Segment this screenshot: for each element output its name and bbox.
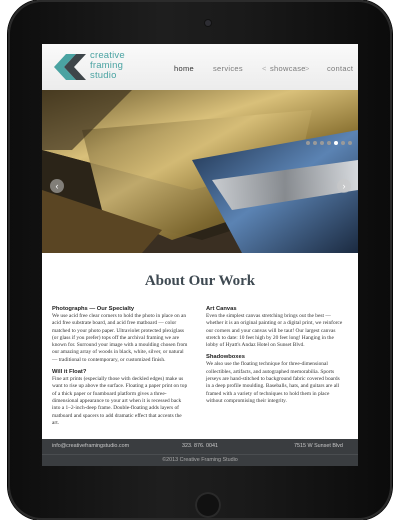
nav-showcase-next[interactable]: > <box>305 64 310 73</box>
section-body: Even the simplest canvas stretching brin… <box>206 313 343 349</box>
nav-contact[interactable]: contact <box>327 64 353 73</box>
slide-dot[interactable] <box>313 141 317 145</box>
footer-phone[interactable]: 323. 876. 0041 <box>182 443 218 449</box>
slide-dot[interactable] <box>320 141 324 145</box>
nav-showcase[interactable]: showcase <box>270 64 306 73</box>
nav-showcase-prev[interactable]: < <box>262 64 267 73</box>
site-footer: info@creativeframingstudio.com 323. 876.… <box>42 439 358 466</box>
slide-dot[interactable] <box>327 141 331 145</box>
section-body: We use acid free clear corners to hold t… <box>52 313 188 363</box>
hero-frame-image <box>42 90 358 253</box>
hero-slideshow: ‹ › <box>42 90 358 253</box>
slide-dot[interactable] <box>306 141 310 145</box>
brand-name[interactable]: creative framing studio <box>90 51 125 81</box>
double-chevron-logo-icon[interactable] <box>52 52 86 82</box>
footer-copyright: ©2013 Creative Framing Studio <box>42 454 358 463</box>
footer-email-link[interactable]: info@creativeframingstudio.com <box>52 443 129 449</box>
nav-services[interactable]: services <box>213 64 243 73</box>
screen: creative framing studio home services < … <box>42 44 358 466</box>
section-body: Fine art prints (especially those with d… <box>52 376 188 426</box>
section-title: About Our Work <box>144 273 256 289</box>
slide-indicators <box>306 141 352 145</box>
home-button[interactable] <box>195 492 221 518</box>
site-header: creative framing studio home services < … <box>42 44 358 91</box>
right-column: Art Canvas Even the simplest canvas stre… <box>206 305 344 409</box>
about-section: About Our Work Photographs — Our Special… <box>42 253 358 439</box>
slide-dot[interactable] <box>348 141 352 145</box>
footer-address: 7515 W Sunset Blvd <box>294 443 343 449</box>
next-slide-button[interactable]: › <box>337 179 351 193</box>
section-heading: Will it Float? <box>52 369 87 376</box>
slide-dot[interactable] <box>341 141 345 145</box>
nav-home[interactable]: home <box>174 64 194 73</box>
left-column: Photographs — Our Specialty We use acid … <box>52 305 190 431</box>
camera-icon <box>205 20 211 26</box>
section-heading: Art Canvas <box>206 306 237 312</box>
section-heading: Photographs — Our Specialty <box>52 306 135 312</box>
slide-dot-active[interactable] <box>334 141 338 145</box>
prev-slide-button[interactable]: ‹ <box>50 179 64 193</box>
brand-line-3: studio <box>90 70 117 81</box>
section-body: We also use the floating technique for t… <box>206 361 340 404</box>
